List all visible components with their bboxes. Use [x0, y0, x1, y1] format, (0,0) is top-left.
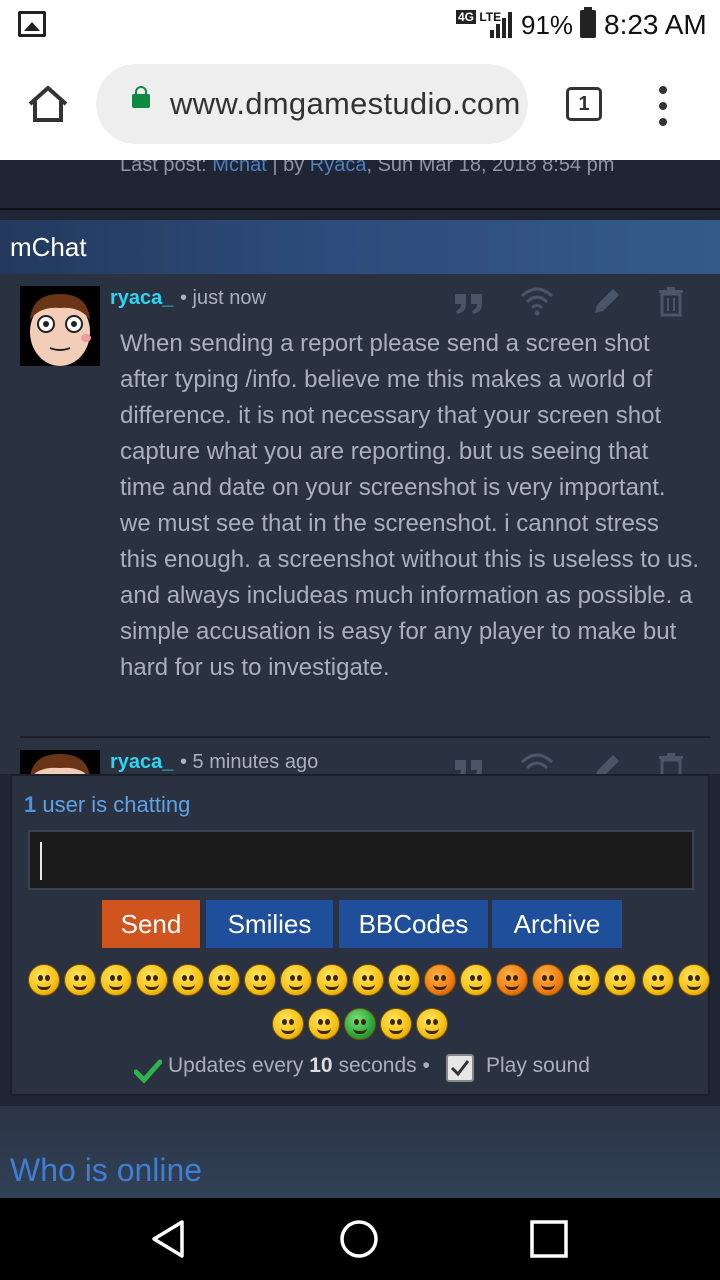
smiley-icon[interactable]	[208, 964, 240, 996]
system-navigation-bar	[0, 1198, 720, 1280]
tab-switcher-button[interactable]: 1	[566, 87, 602, 121]
last-post-author-link[interactable]: Ryaca	[310, 160, 367, 176]
last-post-label: Last post:	[120, 160, 207, 176]
home-nav-icon[interactable]	[338, 1218, 380, 1260]
overflow-menu-button[interactable]	[656, 86, 670, 126]
smiley-icon[interactable]	[532, 964, 564, 996]
who-is-online-heading[interactable]: Who is online	[10, 1152, 202, 1189]
play-sound-checkbox[interactable]	[446, 1054, 474, 1082]
avatar[interactable]	[20, 286, 100, 366]
smiley-icon[interactable]	[64, 964, 96, 996]
edit-icon[interactable]	[590, 284, 624, 318]
smiley-icon[interactable]	[172, 964, 204, 996]
message-text: When sending a report please send a scre…	[120, 330, 699, 681]
message-username[interactable]: ryaca_	[110, 751, 173, 774]
smiley-icon[interactable]	[678, 964, 710, 996]
smiley-icon[interactable]	[388, 964, 420, 996]
smiley-icon[interactable]	[244, 964, 276, 996]
updates-interval: 10	[309, 1054, 333, 1077]
signal-icon	[488, 10, 514, 38]
recent-apps-icon[interactable]	[528, 1218, 570, 1260]
message-actions	[452, 284, 692, 318]
divider	[0, 208, 720, 210]
smiley-icon[interactable]	[344, 1008, 376, 1040]
smiley-icon[interactable]	[28, 964, 60, 996]
avatar[interactable]	[20, 750, 100, 774]
address-bar[interactable]: www.dmgamestudio.com	[96, 64, 528, 144]
quote-icon[interactable]	[452, 284, 486, 318]
smiley-icon[interactable]	[316, 964, 348, 996]
message-divider	[20, 736, 710, 738]
message-time: • just now	[180, 287, 266, 309]
archive-button[interactable]: Archive	[492, 900, 622, 948]
checkmark-icon	[134, 1059, 162, 1084]
network-badge: 4G	[456, 10, 477, 24]
smiley-icon[interactable]	[496, 964, 528, 996]
status-bar: 4G LTE 91% 8:23 AM	[0, 0, 720, 50]
mchat-title: mChat	[10, 232, 87, 262]
last-post-date: , Sun Mar 18, 2018 8:54 pm	[366, 160, 615, 176]
lock-icon	[132, 86, 150, 108]
delete-icon[interactable]	[654, 284, 688, 318]
battery-icon	[580, 7, 596, 38]
bbcodes-button[interactable]: BBCodes	[339, 900, 488, 948]
smiley-icon[interactable]	[604, 964, 636, 996]
smiley-icon[interactable]	[136, 964, 168, 996]
text-caret	[40, 842, 42, 880]
updates-prefix: Updates every	[168, 1054, 304, 1077]
clock: 8:23 AM	[604, 9, 707, 40]
smiley-icon[interactable]	[280, 964, 312, 996]
last-post-by-label: by	[283, 160, 305, 176]
image-notification-icon	[18, 11, 46, 37]
last-post-topic-link[interactable]: Mchat	[212, 160, 266, 176]
smiley-icon[interactable]	[642, 964, 674, 996]
smiley-icon[interactable]	[460, 964, 492, 996]
ip-icon[interactable]	[520, 284, 554, 318]
battery-percent: 91%	[521, 10, 574, 40]
updates-suffix: seconds •	[338, 1054, 430, 1077]
avatar-face-icon	[20, 286, 100, 366]
message-time: • 5 minutes ago	[180, 751, 319, 773]
smiley-icon[interactable]	[352, 964, 384, 996]
play-sound-label[interactable]: Play sound	[486, 1054, 590, 1078]
users-chatting-count: 1	[24, 792, 37, 817]
home-icon	[28, 86, 68, 122]
back-icon[interactable]	[148, 1218, 190, 1260]
smilies-button[interactable]: Smilies	[206, 900, 333, 948]
mchat-status-line: Updates every 10 seconds • Play sound	[12, 1052, 708, 1086]
send-button[interactable]: Send	[102, 900, 200, 948]
smiley-icon[interactable]	[380, 1008, 412, 1040]
message-list[interactable]: ryaca_ • just now When sending a report …	[0, 274, 720, 783]
url-text: www.dmgamestudio.com	[170, 86, 521, 121]
smiley-icon[interactable]	[416, 1008, 448, 1040]
page-content: Last post: Mchat | by Ryaca, Sun Mar 18,…	[0, 160, 720, 1198]
users-chatting-text: user is chatting	[42, 792, 191, 817]
browser-toolbar: www.dmgamestudio.com 1	[0, 50, 720, 160]
last-post-line: Last post: Mchat | by Ryaca, Sun Mar 18,…	[120, 160, 614, 177]
chat-message-input[interactable]	[28, 830, 694, 890]
smiley-icon[interactable]	[424, 964, 456, 996]
users-chatting[interactable]: 1 user is chatting	[24, 792, 190, 818]
smiley-icon[interactable]	[308, 1008, 340, 1040]
message-username[interactable]: ryaca_	[110, 287, 173, 310]
checkbox-check-icon	[450, 1060, 470, 1077]
mchat-input-panel: 1 user is chatting Send Smilies BBCodes …	[10, 774, 710, 1096]
smiley-icon[interactable]	[568, 964, 600, 996]
smiley-icon[interactable]	[272, 1008, 304, 1040]
avatar-face-icon	[20, 750, 100, 774]
home-button[interactable]	[26, 84, 70, 124]
mchat-header: mChat	[0, 220, 720, 274]
updates-text: Updates every 10 seconds •	[168, 1054, 430, 1078]
who-is-online-section: Who is online	[0, 1106, 720, 1198]
smiley-icon[interactable]	[100, 964, 132, 996]
